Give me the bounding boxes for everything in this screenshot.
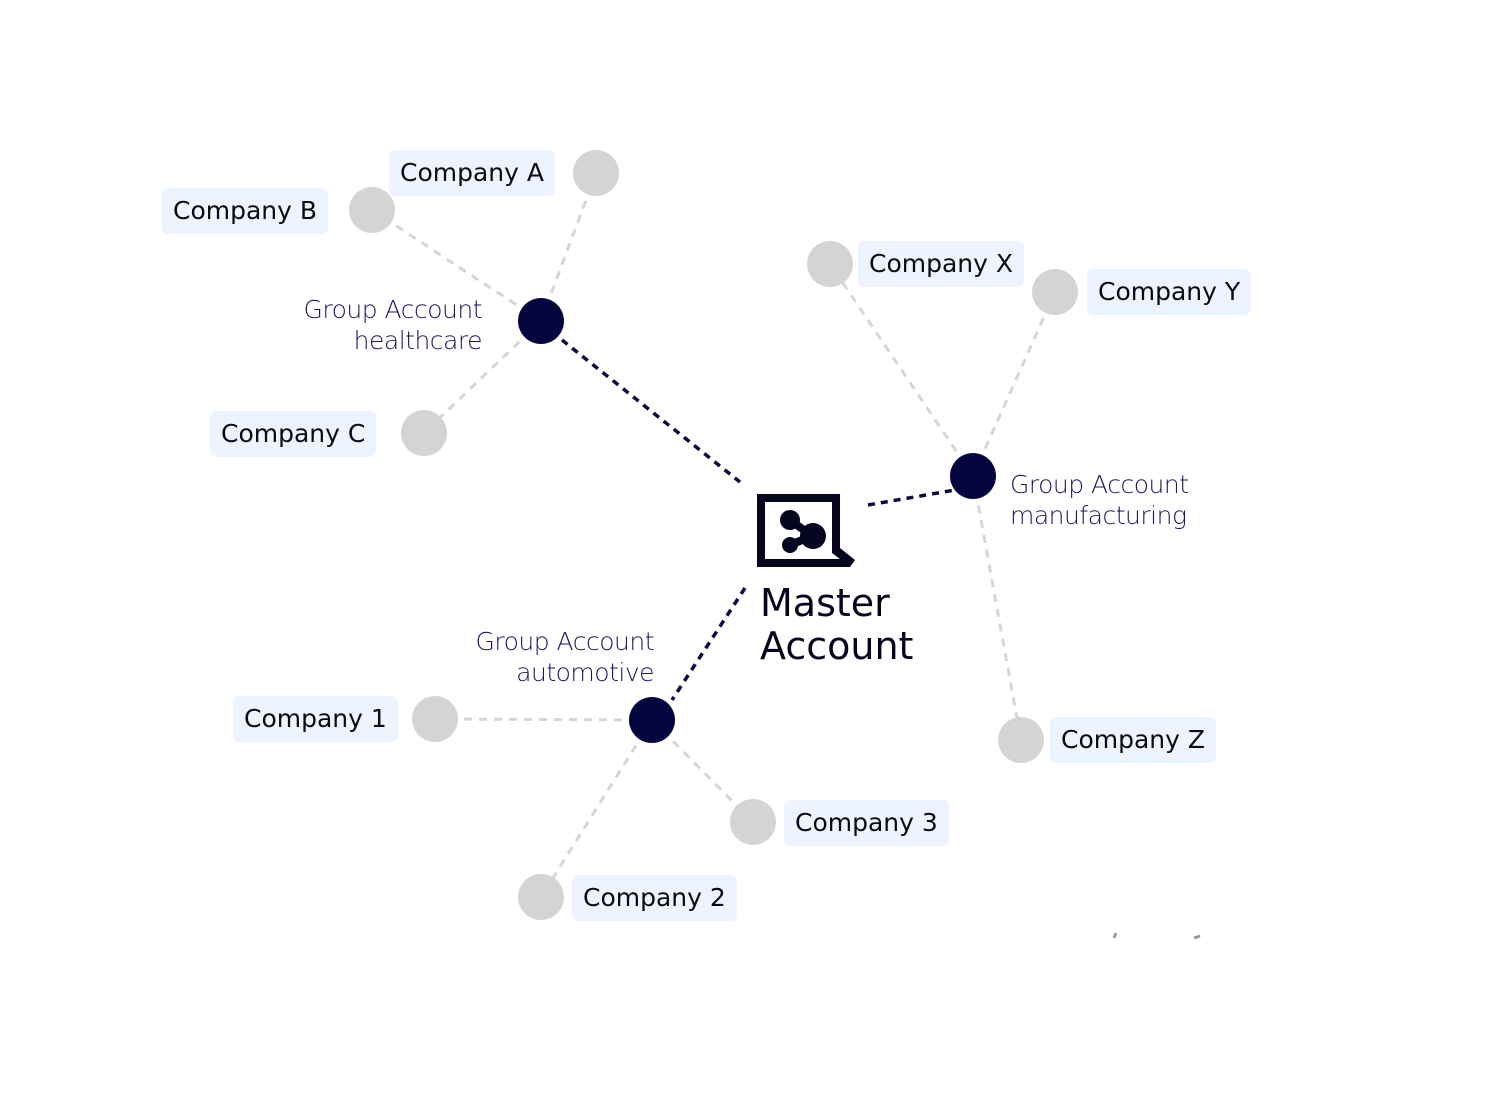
group-account-node[interactable] (629, 697, 675, 743)
company-node[interactable] (1032, 269, 1078, 315)
company-node[interactable] (412, 696, 458, 742)
company-link (434, 717, 653, 722)
company-node[interactable] (401, 410, 447, 456)
master-account-label: Master Account (760, 582, 913, 668)
group-account-label: Group Account automotive (476, 626, 655, 688)
master-label-line2: Account (760, 624, 914, 668)
network-share-icon[interactable] (757, 494, 855, 567)
company-node[interactable] (518, 874, 564, 920)
group-label-line1: Group Account (475, 627, 655, 656)
company-label[interactable]: Company C (210, 411, 377, 457)
company-label[interactable]: Company 2 (572, 875, 737, 921)
company-node[interactable] (573, 150, 619, 196)
company-node[interactable] (807, 241, 853, 287)
dash-fragment (1112, 932, 1118, 939)
company-label[interactable]: Company Z (1050, 717, 1217, 763)
master-link (670, 587, 747, 701)
company-label[interactable]: Company A (389, 150, 555, 196)
group-label-line1: Group Account (303, 295, 483, 324)
company-node[interactable] (730, 799, 776, 845)
company-link (539, 719, 654, 898)
company-label[interactable]: Company X (858, 241, 1025, 287)
group-label-line2: manufacturing (1010, 501, 1187, 530)
diagram-canvas (349, 150, 1201, 940)
company-node[interactable] (349, 187, 395, 233)
group-account-node[interactable] (518, 298, 564, 344)
group-account-node[interactable] (950, 453, 996, 499)
company-link (828, 263, 975, 477)
group-label-line1: Group Account (1010, 470, 1189, 499)
dash-fragment (1193, 934, 1201, 940)
group-label-line2: healthcare (353, 326, 483, 355)
group-account-label: Group Account healthcare (304, 294, 483, 356)
company-link (971, 291, 1057, 477)
company-label[interactable]: Company 1 (233, 696, 398, 742)
group-account-label: Group Account manufacturing (1010, 469, 1189, 531)
group-label-line2: automotive (516, 658, 654, 687)
master-link (867, 488, 956, 507)
company-label[interactable]: Company B (162, 188, 329, 234)
company-label[interactable]: Company Y (1087, 269, 1252, 315)
company-label[interactable]: Company 3 (784, 800, 949, 846)
master-label-line1: Master (760, 581, 890, 625)
company-node[interactable] (998, 717, 1044, 763)
master-link (560, 338, 742, 484)
